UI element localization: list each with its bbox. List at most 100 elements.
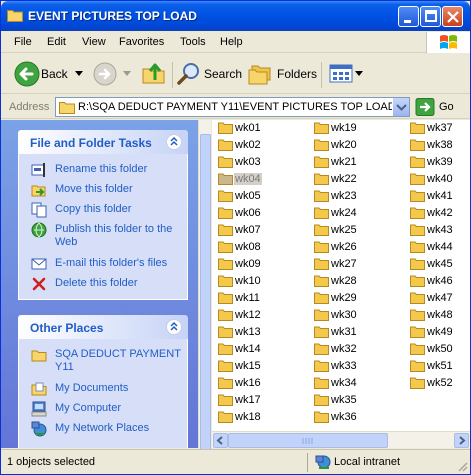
folder-item[interactable]: wk18 xyxy=(214,409,304,425)
folder-item[interactable]: wk50 xyxy=(406,341,470,357)
folder-icon xyxy=(410,241,425,253)
folder-item[interactable]: wk20 xyxy=(310,137,400,153)
folder-item[interactable]: wk07 xyxy=(214,222,304,238)
menu-tools[interactable]: Tools xyxy=(180,36,206,48)
folder-icon xyxy=(218,309,233,321)
folder-item[interactable]: wk26 xyxy=(310,239,400,255)
folder-item[interactable]: wk43 xyxy=(406,222,470,238)
folder-item[interactable]: wk10 xyxy=(214,273,304,289)
other-places-header[interactable]: Other Places xyxy=(18,315,188,339)
horizontal-scrollbar[interactable] xyxy=(212,431,470,448)
task-copy-folder[interactable]: Copy this folder xyxy=(31,202,181,220)
menu-edit[interactable]: Edit xyxy=(47,36,66,48)
folder-item[interactable]: wk41 xyxy=(406,188,470,204)
folder-item[interactable]: wk33 xyxy=(310,358,400,374)
folder-label: wk22 xyxy=(331,173,357,185)
folder-item[interactable]: wk17 xyxy=(214,392,304,408)
folder-item[interactable]: wk16 xyxy=(214,375,304,391)
task-pane-scrollbar[interactable] xyxy=(198,120,211,474)
folder-item[interactable]: wk06 xyxy=(214,205,304,221)
folder-item[interactable]: wk51 xyxy=(406,358,470,374)
place-my-network-places[interactable]: My Network Places xyxy=(31,421,181,439)
folder-item[interactable]: wk23 xyxy=(310,188,400,204)
resize-grip-icon[interactable] xyxy=(456,460,468,472)
folder-item[interactable]: wk09 xyxy=(214,256,304,272)
place-my-computer[interactable]: My Computer xyxy=(31,401,181,419)
folder-item[interactable]: wk36 xyxy=(310,409,400,425)
folder-item[interactable]: wk40 xyxy=(406,171,470,187)
folder-item[interactable]: wk25 xyxy=(310,222,400,238)
task-rename-folder[interactable]: Rename this folder xyxy=(31,162,181,180)
folder-item[interactable]: wk49 xyxy=(406,324,470,340)
scroll-left-button[interactable] xyxy=(213,433,228,448)
folder-item[interactable]: wk28 xyxy=(310,273,400,289)
scrollbar-thumb[interactable] xyxy=(228,433,388,448)
task-move-folder[interactable]: Move this folder xyxy=(31,182,181,200)
place-my-documents[interactable]: My Documents xyxy=(31,381,181,399)
views-button[interactable] xyxy=(329,62,363,86)
up-folder-button[interactable] xyxy=(141,60,169,88)
folder-item[interactable]: wk45 xyxy=(406,256,470,272)
folder-item[interactable]: wk30 xyxy=(310,307,400,323)
task-delete-folder[interactable]: Delete this folder xyxy=(31,276,181,294)
task-publish-folder[interactable]: Publish this folder to the Web xyxy=(31,222,181,252)
folder-item[interactable]: wk13 xyxy=(214,324,304,340)
forward-button[interactable] xyxy=(91,60,131,88)
folder-item[interactable]: wk24 xyxy=(310,205,400,221)
minimize-button[interactable] xyxy=(398,6,419,27)
title-bar[interactable]: EVENT PICTURES TOP LOAD xyxy=(1,1,470,31)
folder-item[interactable]: wk38 xyxy=(406,137,470,153)
folder-item[interactable]: wk37 xyxy=(406,120,470,136)
folder-item[interactable]: wk22 xyxy=(310,171,400,187)
address-dropdown-button[interactable] xyxy=(392,98,409,116)
menu-view[interactable]: View xyxy=(82,36,106,48)
folder-item[interactable]: wk34 xyxy=(310,375,400,391)
scrollbar-thumb[interactable] xyxy=(200,134,211,474)
folder-item[interactable]: wk08 xyxy=(214,239,304,255)
collapse-button[interactable] xyxy=(166,134,182,150)
folder-item[interactable]: wk35 xyxy=(310,392,400,408)
search-button[interactable]: Search xyxy=(177,60,242,88)
folders-button[interactable]: Folders xyxy=(247,60,317,88)
folder-item[interactable]: wk44 xyxy=(406,239,470,255)
toolbar-separator xyxy=(321,62,322,88)
file-folder-tasks-header[interactable]: File and Folder Tasks xyxy=(18,130,188,154)
folder-item[interactable]: wk19 xyxy=(310,120,400,136)
windows-flag-icon xyxy=(440,35,457,49)
collapse-button[interactable] xyxy=(166,319,182,335)
folder-item[interactable]: wk46 xyxy=(406,273,470,289)
menu-help[interactable]: Help xyxy=(220,36,243,48)
task-email-files[interactable]: E-mail this folder's files xyxy=(31,256,181,274)
folder-item[interactable]: wk29 xyxy=(310,290,400,306)
folder-item[interactable]: wk52 xyxy=(406,375,470,391)
folder-item[interactable]: wk42 xyxy=(406,205,470,221)
folder-item[interactable]: wk03 xyxy=(214,154,304,170)
folder-item[interactable]: wk31 xyxy=(310,324,400,340)
scroll-right-button[interactable] xyxy=(454,433,469,448)
folder-item[interactable]: wk27 xyxy=(310,256,400,272)
folder-item[interactable]: wk48 xyxy=(406,307,470,323)
maximize-button[interactable] xyxy=(420,6,441,27)
place-parent-folder[interactable]: SQA DEDUCT PAYMENT Y11 xyxy=(31,347,181,377)
close-button[interactable] xyxy=(442,6,463,27)
folder-item[interactable]: wk32 xyxy=(310,341,400,357)
folder-item[interactable]: wk15 xyxy=(214,358,304,374)
folder-item[interactable]: wk01 xyxy=(214,120,304,136)
back-dropdown-icon[interactable] xyxy=(75,71,83,77)
menu-file[interactable]: File xyxy=(14,36,32,48)
folder-label: wk27 xyxy=(331,258,357,270)
back-button[interactable]: Back xyxy=(9,59,71,89)
folder-item[interactable]: wk11 xyxy=(214,290,304,306)
folder-item[interactable]: wk05 xyxy=(214,188,304,204)
go-button[interactable]: Go xyxy=(415,98,467,116)
folder-item[interactable]: wk02 xyxy=(214,137,304,153)
grip-icon xyxy=(302,438,313,444)
folder-item[interactable]: wk21 xyxy=(310,154,400,170)
address-input[interactable]: R:\SQA DEDUCT PAYMENT Y11\EVENT PICTURES… xyxy=(55,97,410,117)
folder-item[interactable]: wk39 xyxy=(406,154,470,170)
folder-item[interactable]: wk12 xyxy=(214,307,304,323)
menu-favorites[interactable]: Favorites xyxy=(119,36,164,48)
folder-item[interactable]: wk14 xyxy=(214,341,304,357)
folder-item[interactable]: wk04 xyxy=(214,171,304,187)
folder-item[interactable]: wk47 xyxy=(406,290,470,306)
